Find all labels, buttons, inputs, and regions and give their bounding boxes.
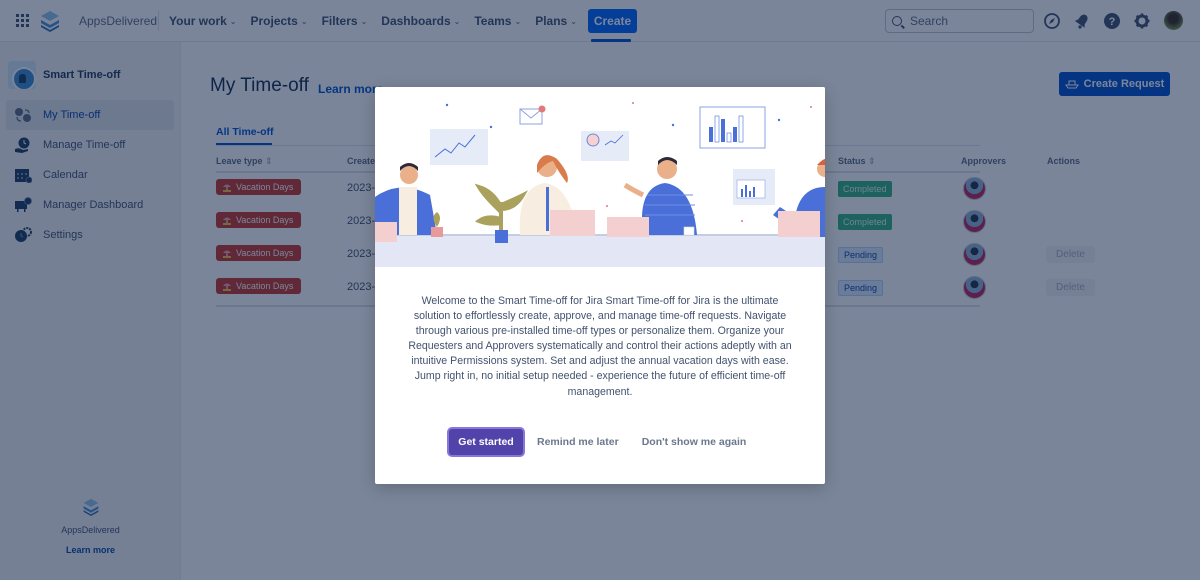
welcome-message: Welcome to the Smart Time-off for Jira S… bbox=[408, 295, 792, 398]
dont-show-again-button[interactable]: Don't show me again bbox=[642, 436, 747, 448]
remind-me-later-button[interactable]: Remind me later bbox=[537, 436, 619, 448]
welcome-modal: Welcome to the Smart Time-off for Jira S… bbox=[375, 87, 825, 484]
modal-actions: Get started Remind me later Don't show m… bbox=[449, 429, 746, 455]
get-started-button[interactable]: Get started bbox=[449, 429, 523, 455]
team-working-illustration bbox=[375, 87, 825, 267]
